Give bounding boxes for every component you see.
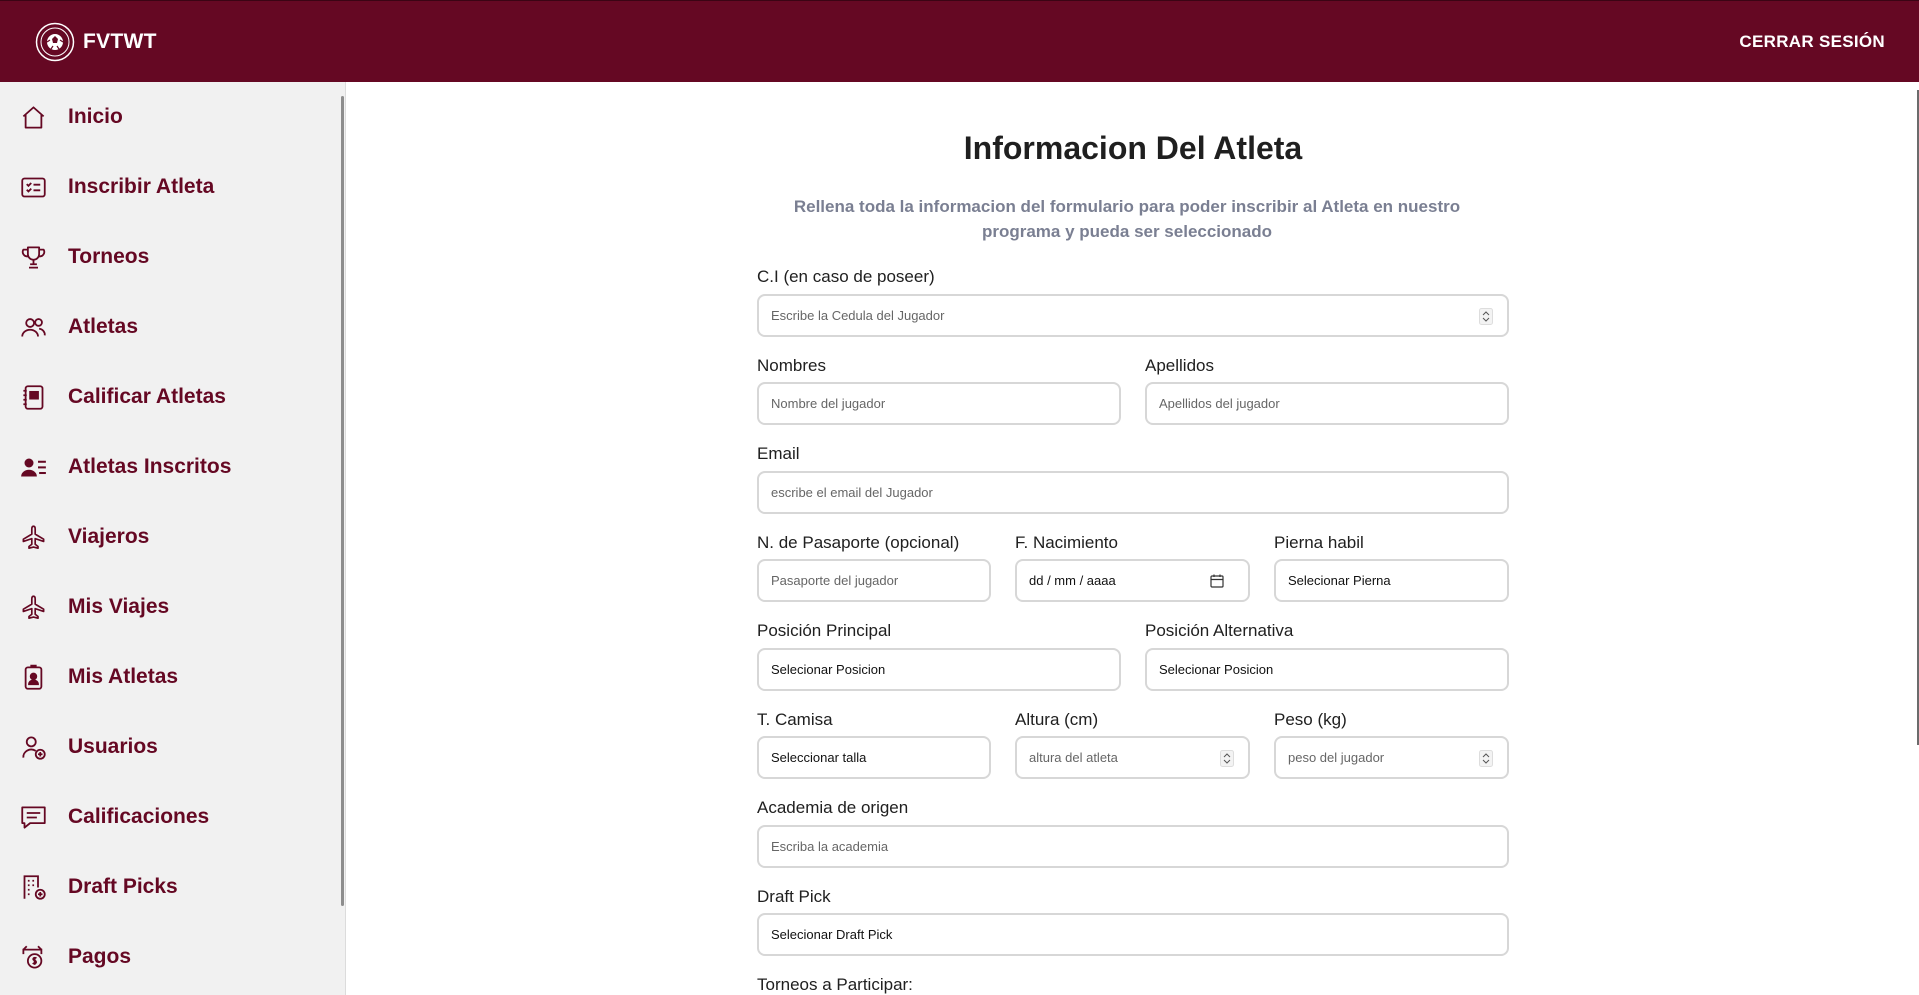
airplane-icon xyxy=(19,523,47,551)
nacimiento-label: F. Nacimiento xyxy=(1015,533,1118,552)
posicion-alternativa-value: Selecionar Posicion xyxy=(1159,662,1274,677)
peso-label: Peso (kg) xyxy=(1274,710,1347,729)
trophy-icon xyxy=(19,243,47,271)
id-badge-icon xyxy=(19,663,47,691)
camisa-select[interactable]: Seleccionar talla xyxy=(757,736,991,779)
email-label: Email xyxy=(757,444,800,463)
posicion-principal-select[interactable]: Selecionar Posicion xyxy=(757,648,1121,691)
page-title: Informacion Del Atleta xyxy=(963,130,1303,166)
money-icon xyxy=(19,943,47,971)
spinner-icon[interactable] xyxy=(1479,750,1493,767)
sidebar-item-calificar-atletas[interactable]: Calificar Atletas xyxy=(0,367,340,427)
torneos-label: Torneos a Participar: xyxy=(757,975,913,994)
spinner-icon[interactable] xyxy=(1479,308,1493,325)
academia-label: Academia de origen xyxy=(757,798,909,817)
draft-pick-select[interactable]: Selecionar Draft Pick xyxy=(757,913,1509,956)
logout-button[interactable]: CERRAR SESIÓN xyxy=(1739,32,1885,52)
sidebar-item-label: Viajeros xyxy=(68,525,150,548)
academia-input[interactable]: Escriba la academia xyxy=(757,825,1509,868)
main-content: Informacion Del Atleta Rellena toda la i… xyxy=(347,82,1919,995)
pierna-select[interactable]: Selecionar Pierna xyxy=(1274,559,1509,602)
sidebar-item-inscribir-atleta[interactable]: Inscribir Atleta xyxy=(0,157,340,217)
spinner-icon[interactable] xyxy=(1220,750,1234,767)
sidebar-item-torneos[interactable]: Torneos xyxy=(0,227,340,287)
posicion-alternativa-select[interactable]: Selecionar Posicion xyxy=(1145,648,1509,691)
email-placeholder: escribe el email del Jugador xyxy=(771,485,933,500)
posicion-principal-value: Selecionar Posicion xyxy=(771,662,886,677)
sidebar-item-label: Calificar Atletas xyxy=(68,385,226,408)
sidebar-item-label: Atletas Inscritos xyxy=(68,455,232,478)
nacimiento-date-input[interactable]: dd / mm / aaaa xyxy=(1015,559,1250,602)
nombres-label: Nombres xyxy=(757,356,826,375)
ci-placeholder: Escribe la Cedula del Jugador xyxy=(771,308,945,323)
user-list-icon xyxy=(19,453,47,481)
apellidos-placeholder: Apellidos del jugador xyxy=(1159,396,1280,411)
top-bar: FVTWT CERRAR SESIÓN xyxy=(0,0,1919,82)
nacimiento-value: dd / mm / aaaa xyxy=(1029,573,1116,588)
brand-name: FVTWT xyxy=(83,29,157,53)
peso-placeholder: peso del jugador xyxy=(1288,750,1385,765)
pasaporte-label: N. de Pasaporte (opcional) xyxy=(757,533,960,552)
sidebar: Inicio Inscribir Atleta Torneos Atletas … xyxy=(0,82,346,995)
sidebar-item-label: Calificaciones xyxy=(68,805,210,828)
sidebar-item-inicio[interactable]: Inicio xyxy=(0,87,340,147)
peso-input[interactable]: peso del jugador xyxy=(1274,736,1509,779)
draft-value: Selecionar Draft Pick xyxy=(771,927,893,942)
sidebar-item-mis-viajes[interactable]: Mis Viajes xyxy=(0,577,340,637)
user-add-icon xyxy=(19,733,47,761)
brand[interactable]: FVTWT xyxy=(35,22,157,62)
logo-icon xyxy=(35,22,75,61)
apellidos-label: Apellidos xyxy=(1145,356,1214,375)
sidebar-scrollbar[interactable] xyxy=(341,96,344,906)
message-icon xyxy=(19,803,47,831)
email-input[interactable]: escribe el email del Jugador xyxy=(757,471,1509,514)
page-subtitle: Rellena toda la informacion del formular… xyxy=(793,197,1461,241)
altura-placeholder: altura del atleta xyxy=(1029,750,1118,765)
sidebar-item-viajeros[interactable]: Viajeros xyxy=(0,507,340,567)
posicion-alternativa-label: Posición Alternativa xyxy=(1145,621,1294,640)
users-icon xyxy=(19,313,47,341)
pasaporte-placeholder: Pasaporte del jugador xyxy=(771,573,899,588)
sidebar-item-label: Pagos xyxy=(68,945,132,968)
sidebar-item-label: Usuarios xyxy=(68,735,158,758)
sidebar-item-label: Mis Atletas xyxy=(68,665,179,688)
pasaporte-input[interactable]: Pasaporte del jugador xyxy=(757,559,991,602)
ci-label: C.I (en caso de poseer) xyxy=(757,267,935,286)
apellidos-input[interactable]: Apellidos del jugador xyxy=(1145,382,1509,425)
sidebar-item-label: Torneos xyxy=(68,245,150,268)
sidebar-item-mis-atletas[interactable]: Mis Atletas xyxy=(0,647,340,707)
sidebar-item-label: Atletas xyxy=(68,315,139,338)
sidebar-item-label: Mis Viajes xyxy=(68,595,170,618)
building-add-icon xyxy=(19,873,47,901)
camisa-label: T. Camisa xyxy=(757,710,833,729)
ci-input[interactable]: Escribe la Cedula del Jugador xyxy=(757,294,1509,337)
camisa-value: Seleccionar talla xyxy=(771,750,867,765)
sidebar-item-label: Draft Picks xyxy=(68,875,178,898)
nombres-placeholder: Nombre del jugador xyxy=(771,396,886,411)
sidebar-item-calificaciones[interactable]: Calificaciones xyxy=(0,787,340,847)
sidebar-item-pagos[interactable]: Pagos xyxy=(0,927,340,987)
pierna-label: Pierna habil xyxy=(1274,533,1364,552)
draft-label: Draft Pick xyxy=(757,887,831,906)
academia-placeholder: Escriba la academia xyxy=(771,839,889,854)
notebook-icon xyxy=(19,383,47,411)
pierna-value: Selecionar Pierna xyxy=(1288,573,1391,588)
airplane-icon xyxy=(19,593,47,621)
posicion-principal-label: Posición Principal xyxy=(757,621,892,640)
sidebar-item-atletas[interactable]: Atletas xyxy=(0,297,340,357)
checklist-card-icon xyxy=(19,173,47,201)
sidebar-item-usuarios[interactable]: Usuarios xyxy=(0,717,340,777)
nombres-input[interactable]: Nombre del jugador xyxy=(757,382,1121,425)
sidebar-item-label: Inscribir Atleta xyxy=(68,175,215,198)
home-icon xyxy=(19,103,47,131)
altura-input[interactable]: altura del atleta xyxy=(1015,736,1250,779)
calendar-icon[interactable] xyxy=(1210,574,1224,588)
sidebar-item-atletas-inscritos[interactable]: Atletas Inscritos xyxy=(0,437,340,497)
sidebar-item-label: Inicio xyxy=(68,105,123,128)
sidebar-item-draft-picks[interactable]: Draft Picks xyxy=(0,857,340,917)
altura-label: Altura (cm) xyxy=(1015,710,1099,729)
